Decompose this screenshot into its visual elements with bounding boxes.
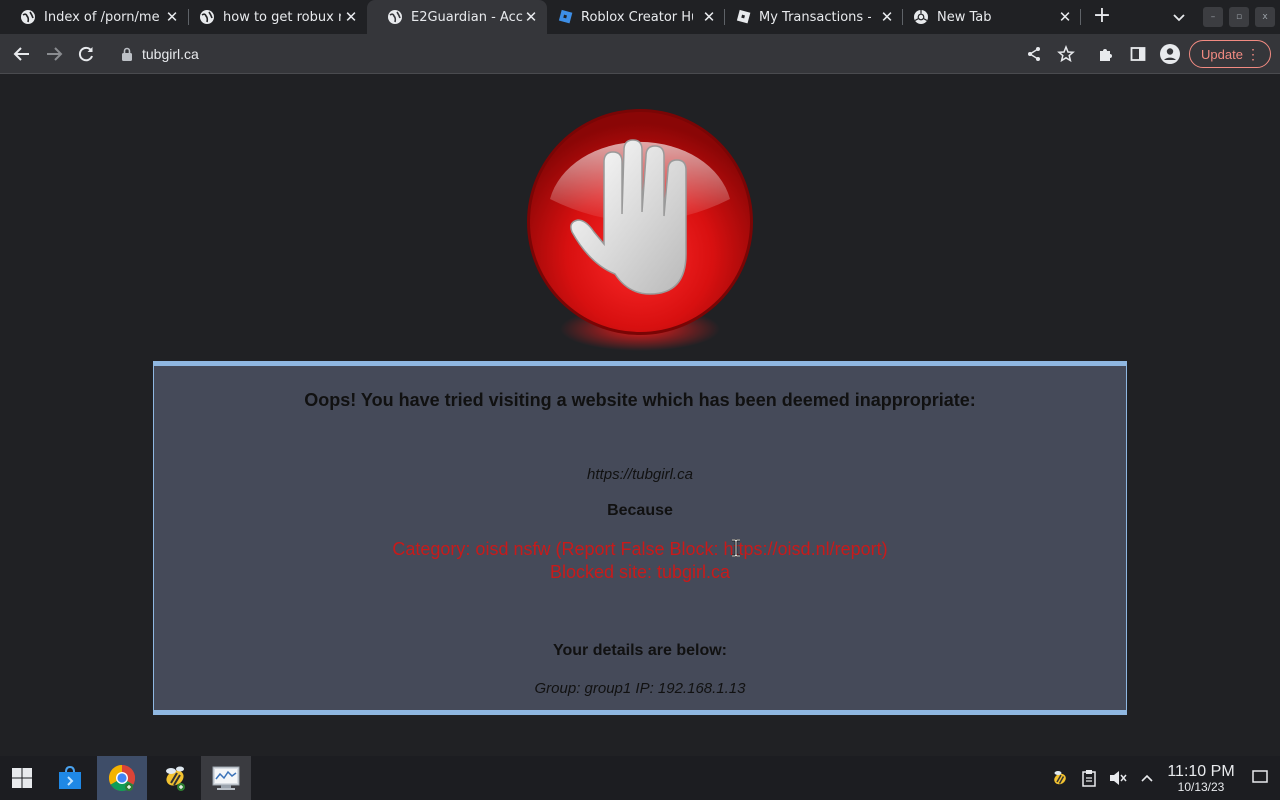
back-button[interactable]	[10, 42, 34, 66]
store-taskbar-button[interactable]	[45, 756, 95, 800]
stop-hand-icon	[527, 109, 753, 351]
puzzle-icon	[1100, 49, 1112, 61]
volume-muted-icon[interactable]	[1108, 768, 1128, 788]
tab-title: Index of /porn/me	[44, 9, 160, 25]
lock-icon[interactable]	[120, 46, 134, 62]
tab-title: My Transactions - F	[759, 9, 871, 25]
tab-1[interactable]: how to get robux n ✕	[179, 0, 367, 34]
blockpage: Oops! You have tried visiting a website …	[0, 74, 1280, 756]
taskbar: 11:10 PM 10/13/23	[0, 756, 1280, 800]
bee-tray-icon[interactable]	[1050, 768, 1070, 788]
arrow-right-icon	[47, 47, 63, 61]
tab-2-active[interactable]: E2Guardian - Acces ✕	[367, 0, 547, 34]
minimize-button[interactable]: –	[1203, 7, 1223, 27]
side-panel-icon	[1130, 47, 1146, 61]
clock-time: 11:10 PM	[1167, 763, 1235, 780]
update-label: Update	[1201, 46, 1243, 62]
tab-strip: Index of /porn/me ✕ how to get robux n ✕…	[0, 0, 1280, 34]
side-panel-button[interactable]	[1126, 42, 1150, 66]
system-monitor-taskbar-button[interactable]	[201, 756, 251, 800]
globe-icon	[199, 9, 215, 25]
start-button[interactable]	[0, 756, 44, 800]
block-message-panel: Oops! You have tried visiting a website …	[153, 361, 1127, 715]
details-heading: Your details are below:	[553, 642, 727, 659]
tab-3[interactable]: Roblox Creator Hu ✕	[537, 0, 725, 34]
extensions-button[interactable]	[1094, 42, 1118, 66]
chevron-up-icon[interactable]	[1137, 768, 1157, 788]
close-icon[interactable]: ✕	[343, 9, 359, 25]
close-window-button[interactable]: x	[1255, 7, 1275, 27]
maximize-button[interactable]: ▫	[1229, 7, 1249, 27]
text-cursor-icon	[732, 539, 740, 557]
system-monitor-icon	[212, 766, 240, 790]
globe-icon	[387, 9, 403, 25]
bee-taskbar-button[interactable]	[149, 756, 199, 800]
arrow-left-icon	[13, 47, 29, 61]
share-icon	[1028, 47, 1040, 61]
share-button[interactable]	[1022, 42, 1046, 66]
blocked-site-label: Blocked site: tubgirl.ca	[549, 562, 731, 582]
tab-0[interactable]: Index of /porn/me ✕	[0, 0, 188, 34]
chrome-icon	[108, 764, 136, 792]
tab-title: Roblox Creator Hu	[581, 9, 693, 25]
tab-4[interactable]: My Transactions - F ✕	[715, 0, 903, 34]
because-label: Because	[607, 502, 673, 519]
blocked-url: https://tubgirl.ca	[587, 466, 693, 483]
globe-icon	[20, 9, 36, 25]
roblox-icon	[735, 9, 751, 25]
tab-title: how to get robux n	[223, 9, 341, 25]
tab-5[interactable]: New Tab ✕	[893, 0, 1081, 34]
bookmark-button[interactable]	[1054, 42, 1078, 66]
chrome-taskbar-button[interactable]	[97, 756, 147, 800]
taskbar-clock[interactable]: 11:10 PM 10/13/23	[1162, 763, 1240, 795]
tab-search-chevron-icon[interactable]	[1168, 7, 1190, 27]
block-category[interactable]: Category: oisd nsfw (Report False Block:…	[154, 539, 1126, 560]
star-icon	[1057, 45, 1075, 63]
close-icon[interactable]: ✕	[1057, 9, 1073, 25]
notification-center-icon[interactable]	[1250, 768, 1270, 788]
chrome-icon	[913, 9, 929, 25]
profile-button[interactable]	[1158, 42, 1182, 66]
browser-toolbar: tubgirl.ca Update ⋮	[0, 34, 1280, 74]
tab-title: E2Guardian - Acces	[411, 9, 523, 25]
address-text[interactable]: tubgirl.ca	[142, 46, 199, 62]
tab-title: New Tab	[937, 9, 992, 25]
reload-button[interactable]	[74, 42, 98, 66]
page-title: Oops! You have tried visiting a website …	[304, 390, 976, 410]
tab-separator	[1080, 9, 1081, 25]
close-icon[interactable]: ✕	[164, 9, 180, 25]
reload-icon	[78, 46, 93, 62]
user-details: Group: group1 IP: 192.168.1.13	[534, 680, 746, 697]
forward-button[interactable]	[42, 42, 66, 66]
bee-app-icon	[166, 766, 185, 791]
new-tab-button[interactable]: +	[1090, 5, 1114, 29]
clock-date: 10/13/23	[1177, 780, 1225, 794]
clipboard-tray-icon[interactable]	[1079, 768, 1099, 788]
avatar-icon	[1160, 44, 1180, 64]
kebab-menu-icon[interactable]: ⋮	[1246, 46, 1260, 62]
update-button[interactable]: Update ⋮	[1189, 40, 1271, 68]
roblox-icon	[557, 9, 573, 25]
store-icon	[59, 765, 81, 789]
windows-start-icon	[12, 768, 32, 788]
